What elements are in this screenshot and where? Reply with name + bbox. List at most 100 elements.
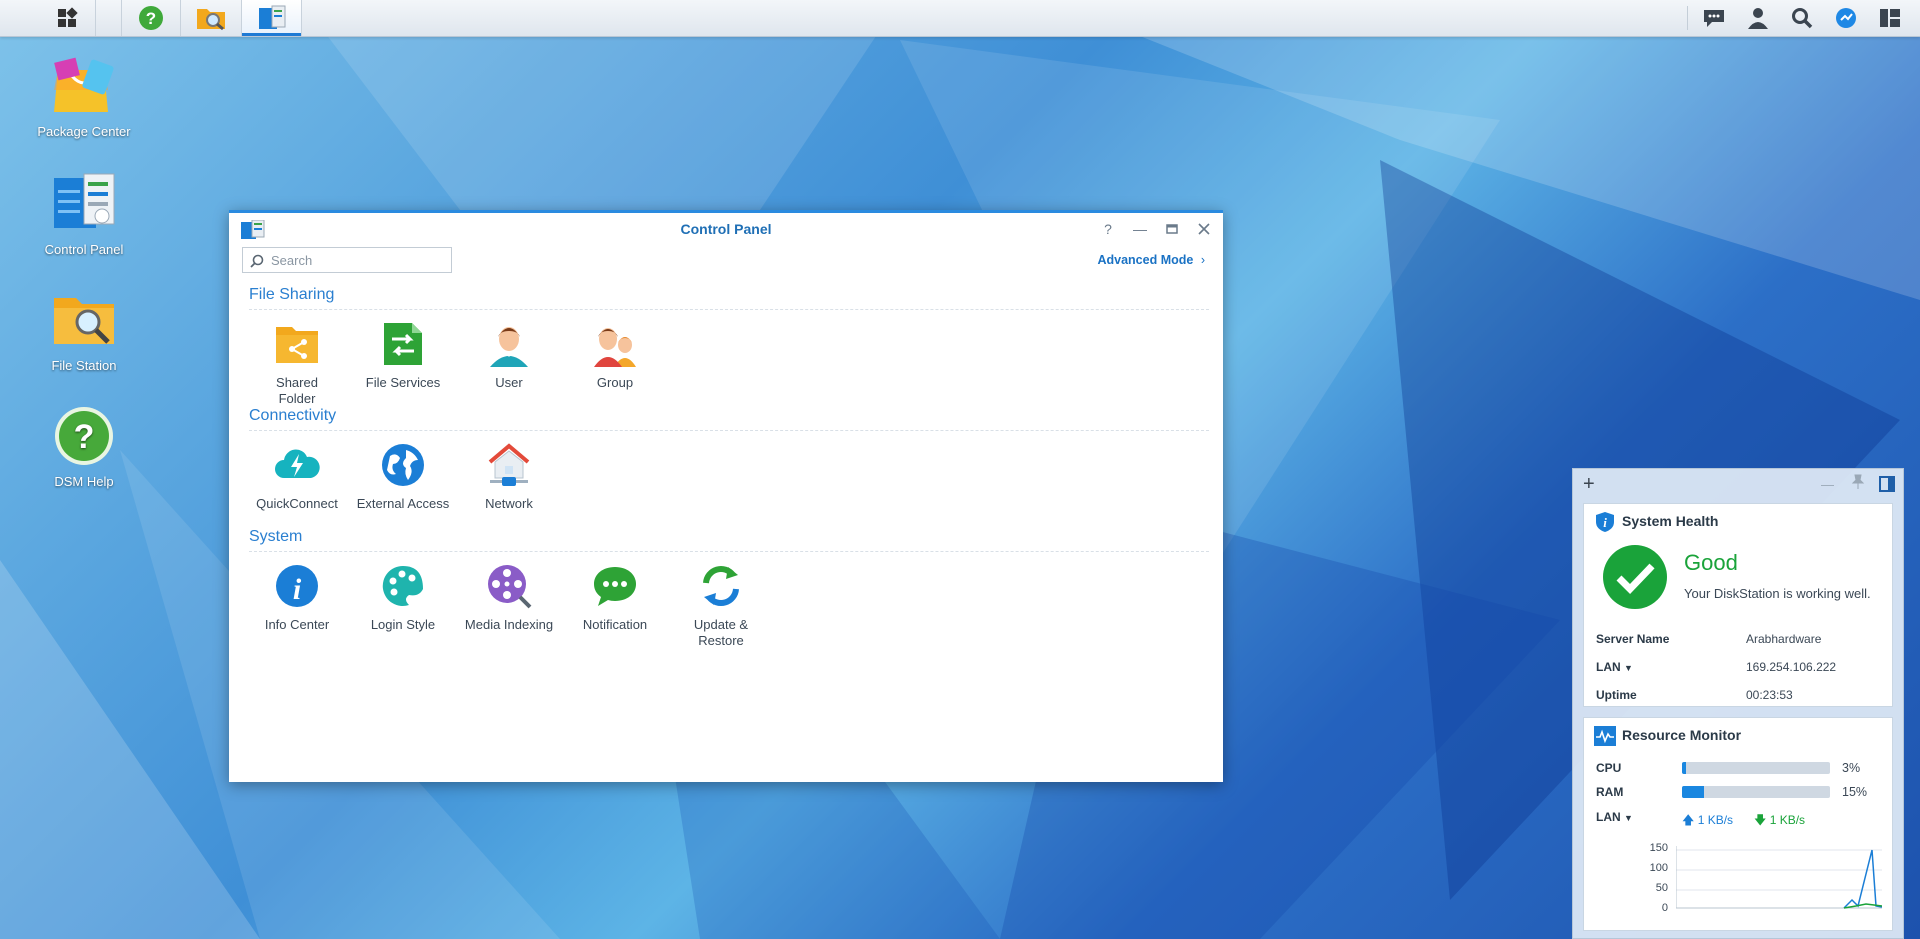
window-titlebar[interactable]: Control Panel ? —	[229, 213, 1223, 243]
widget-panel: + — i System Health Good Your DiskStatio…	[1572, 468, 1904, 939]
app-network[interactable]: Network	[457, 442, 561, 512]
login-style-icon	[382, 565, 423, 606]
resource-monitor-title: Resource Monitor	[1622, 727, 1742, 743]
app-label: External Access	[356, 496, 450, 511]
user-icon	[490, 327, 528, 367]
app-label: Group	[596, 375, 634, 390]
notifications-icon	[1704, 10, 1724, 27]
desktop-file-station[interactable]: File Station	[29, 288, 139, 374]
widget-toolbar: + —	[1573, 469, 1903, 501]
plus-icon: +	[1583, 473, 1595, 495]
app-login-style[interactable]: Login Style	[351, 563, 455, 633]
user-icon	[1748, 8, 1768, 29]
desktop-icon-label: DSM Help	[54, 474, 114, 489]
app-label: Shared Folder	[276, 375, 318, 406]
section-divider	[249, 430, 1209, 431]
app-label: QuickConnect	[256, 496, 338, 511]
search-input[interactable]	[269, 252, 448, 269]
upload-rate: 🡅 1 KB/s	[1682, 811, 1733, 832]
app-label: Notification	[582, 617, 648, 632]
search-icon	[250, 254, 264, 268]
search-icon	[1792, 8, 1813, 29]
user-button[interactable]	[1736, 0, 1780, 36]
ram-label: RAM	[1596, 785, 1624, 799]
uptime-label: Uptime	[1596, 688, 1637, 702]
widget-settings-button[interactable]	[1879, 476, 1895, 497]
chart-y-tick: 0	[1661, 902, 1668, 914]
maximize-button[interactable]	[1161, 219, 1183, 239]
package-center-icon	[54, 57, 114, 112]
desktop-icon-label: Package Center	[37, 124, 131, 139]
app-quickconnect[interactable]: QuickConnect	[245, 442, 349, 512]
widget-pin-button[interactable]	[1851, 474, 1865, 495]
main-menu-button[interactable]	[38, 0, 96, 36]
app-user[interactable]: User	[457, 321, 561, 391]
lan-dropdown-monitor[interactable]: LAN ▼	[1596, 810, 1633, 824]
media-indexing-icon	[488, 565, 532, 609]
ram-bar-fill	[1682, 786, 1705, 798]
help-icon: ?	[1104, 221, 1112, 237]
desktop-control-panel[interactable]: Control Panel	[29, 172, 139, 258]
window-title: Control Panel	[680, 221, 772, 237]
svg-text:i: i	[293, 573, 302, 606]
close-button[interactable]	[1193, 219, 1215, 239]
desktop-icon-label: File Station	[51, 358, 117, 373]
download-value: 1 KB/s	[1769, 813, 1806, 827]
desktop-package-center[interactable]: Package Center	[29, 54, 139, 140]
main-menu-icon	[57, 7, 78, 27]
advanced-mode-link[interactable]: Advanced Mode ›	[1097, 253, 1205, 267]
svg-text:?: ?	[74, 418, 95, 456]
upload-value: 1 KB/s	[1697, 813, 1734, 827]
chart-y-tick: 50	[1655, 882, 1668, 894]
network-icon	[488, 443, 530, 486]
lan-dropdown[interactable]: LAN ▼	[1596, 660, 1633, 674]
minimize-button[interactable]: —	[1129, 219, 1151, 239]
control-panel-window: Control Panel ? — Advanced Mode › File S…	[229, 210, 1223, 782]
dsm-help-icon: ?	[139, 6, 163, 30]
file-services-icon	[384, 323, 422, 365]
help-button[interactable]: ?	[1097, 219, 1119, 239]
search-button[interactable]	[1780, 0, 1824, 36]
notification-icon	[594, 567, 636, 606]
widget-toggle-button[interactable]	[1824, 0, 1868, 36]
search-field[interactable]	[242, 247, 452, 273]
desktop-icon-label: Control Panel	[44, 242, 124, 257]
taskbar-file-station[interactable]	[181, 0, 242, 36]
minimize-icon: —	[1133, 221, 1147, 237]
app-shared-folder[interactable]: Shared Folder	[245, 321, 349, 407]
app-label: User	[495, 375, 523, 390]
lan-label: LAN	[1596, 810, 1621, 824]
cpu-bar-fill	[1682, 762, 1687, 774]
download-rate: 🡇 1 KB/s	[1754, 811, 1805, 832]
cpu-label: CPU	[1596, 761, 1622, 775]
taskbar-dsm-help[interactable]: ?	[121, 0, 181, 36]
section-divider	[249, 309, 1209, 310]
chart-y-tick: 100	[1649, 862, 1668, 874]
app-notification[interactable]: Notification	[563, 563, 667, 633]
file-station-icon	[197, 9, 225, 31]
pilot-view-button[interactable]	[1868, 0, 1912, 36]
app-info-center[interactable]: i Info Center	[245, 563, 349, 633]
upload-arrow-icon: 🡅	[1682, 813, 1695, 827]
app-label: Update & Restore	[693, 617, 749, 648]
app-file-services[interactable]: File Services	[351, 321, 455, 391]
uptime-value: 00:23:53	[1746, 688, 1793, 702]
server-name-value: Arabhardware	[1746, 632, 1822, 646]
pilot-view-icon	[1880, 9, 1900, 27]
app-media-indexing[interactable]: Media Indexing	[457, 563, 561, 633]
shared-folder-icon	[276, 327, 318, 363]
update-restore-icon	[703, 566, 739, 606]
app-group[interactable]: Group	[563, 321, 667, 391]
widget-minimize-button[interactable]: —	[1821, 477, 1834, 492]
taskbar-control-panel[interactable]	[242, 0, 302, 36]
widget-panel-icon	[1879, 476, 1895, 492]
section-title-system: System	[249, 528, 303, 545]
desktop-dsm-help[interactable]: ? DSM Help	[29, 404, 139, 490]
app-external-access[interactable]: External Access	[351, 442, 455, 512]
app-update-restore[interactable]: Update & Restore	[669, 563, 773, 649]
taskbar-separator	[1687, 6, 1688, 30]
add-widget-button[interactable]: +	[1583, 473, 1595, 496]
close-icon	[1198, 223, 1210, 235]
lan-label: LAN	[1596, 660, 1621, 674]
notifications-button[interactable]	[1692, 0, 1736, 36]
